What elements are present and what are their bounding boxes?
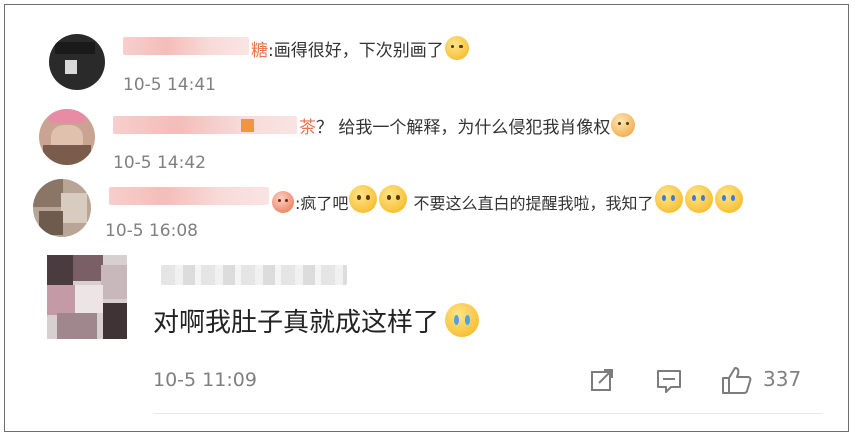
comment-panel: 糖:画得很好，下次别画了 10-5 14:41 茶？ 给我一个解释，为什么侵犯我… [4,4,849,432]
like-icon[interactable] [721,365,753,395]
laugh-cry-icon [714,185,743,213]
comment-item: 茶？ 给我一个解释，为什么侵犯我肖像权 10-5 14:42 [5,101,848,173]
comment-text: 茶？ 给我一个解释，为什么侵犯我肖像权 [299,113,636,140]
comment-icon[interactable] [655,367,683,395]
username-blurred[interactable] [113,116,297,134]
crying-face-icon [445,303,480,337]
shiba-icon [611,113,636,137]
doge-icon [444,36,469,60]
comment-body-a: :疯了吧 [295,194,349,213]
comment-time: 10-5 14:41 [123,75,216,95]
comment-text: 对啊我肚子真就成这样了 [153,303,480,343]
comment-body: ？ 给我一个解释，为什么侵犯我肖像权 [316,118,611,138]
laugh-cry-icon [654,185,683,213]
username-blurred[interactable] [123,37,249,55]
comment-item: 对啊我肚子真就成这样了 10-5 11:09 337 [5,249,848,429]
username-blurred[interactable] [109,187,269,205]
comment-item: :疯了吧 不要这么直白的提醒我啦，我知了 10-5 16:08 [5,175,848,247]
comment-text: :疯了吧 不要这么直白的提醒我啦，我知了 [271,185,744,216]
avatar[interactable] [39,109,95,165]
sad-face-icon [349,185,378,213]
divider [153,413,823,414]
username-visible[interactable]: 茶 [299,118,316,138]
avatar[interactable] [47,255,127,339]
like-count[interactable]: 337 [763,367,801,391]
sad-face-icon [379,185,408,213]
comment-item: 糖:画得很好，下次别画了 10-5 14:41 [5,5,848,95]
comment-time: 10-5 16:08 [105,221,198,241]
heart-eyes-icon [272,191,294,213]
username-visible[interactable]: 糖 [251,41,268,61]
comment-body-b: 不要这么直白的提醒我啦，我知了 [408,194,654,213]
comment-time: 10-5 14:42 [113,153,206,173]
avatar[interactable] [33,179,91,237]
comment-body: :画得很好，下次别画了 [268,41,444,61]
comment-text: 糖:画得很好，下次别画了 [251,36,470,63]
comment-actions: 337 [5,361,848,401]
avatar[interactable] [49,34,105,90]
username-blurred[interactable] [161,265,347,285]
comment-body: 对啊我肚子真就成这样了 [153,308,440,338]
laugh-cry-icon [684,185,713,213]
share-icon[interactable] [589,367,615,393]
